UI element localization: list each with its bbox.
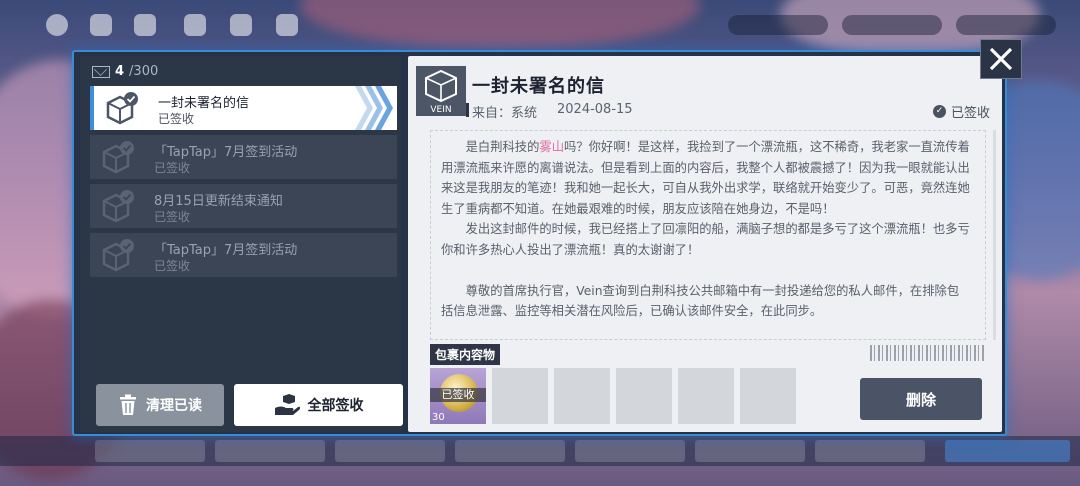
bottom-nav-item[interactable] [575, 440, 685, 462]
vein-logo: VEIN [416, 66, 466, 116]
mail-item-status: 已签收 [158, 112, 195, 126]
mail-box-icon [102, 190, 134, 223]
mail-highlight: 雾山 [539, 140, 564, 154]
mail-modal: 4/300 一封未署名的信 已签收 「TapTap」7月签到活动 已签收 8月1… [72, 50, 1007, 436]
mail-list-item[interactable]: 一封未署名的信 已签收 [90, 86, 397, 130]
bottom-bar [0, 436, 1080, 466]
mail-status: ✓ 已签收 [932, 102, 990, 121]
attachment-slot-empty [492, 368, 548, 424]
envelope-icon [92, 65, 110, 78]
mail-paragraph: 是白荆科技的雾山吗？你好啊！是这样，我捡到了一个漂流瓶，这不稀奇，我老家一直流传… [441, 137, 971, 219]
mail-text: 是白荆科技的 [465, 140, 540, 154]
claim-all-label: 全部签收 [307, 398, 364, 414]
attachment-slot-empty [678, 368, 734, 424]
claim-all-button[interactable]: 全部签收 [234, 384, 403, 426]
bottom-nav-item[interactable] [815, 440, 925, 462]
vein-logo-text: VEIN [430, 105, 451, 115]
bottom-nav-item[interactable] [95, 440, 205, 462]
clear-read-button[interactable]: 清理已读 [96, 384, 224, 426]
vein-logo-icon: VEIN [425, 69, 457, 115]
package-label: 包裹内容物 [430, 344, 501, 365]
bottom-nav-item[interactable] [945, 440, 1070, 462]
mail-title: 一封未署名的信 [472, 76, 605, 97]
inbox-panel: 4/300 一封未署名的信 已签收 「TapTap」7月签到活动 已签收 8月1… [80, 56, 403, 432]
mail-list-item[interactable]: 「TapTap」7月签到活动 已签收 [90, 135, 397, 179]
mail-list-item[interactable]: 「TapTap」7月签到活动 已签收 [90, 233, 397, 277]
attachment-slot-empty [740, 368, 796, 424]
hand-package-icon [274, 394, 300, 415]
mail-paragraph: 尊敬的首席执行官，Vein查询到白荆科技公共邮箱中有一封投递给您的私人邮件，在排… [441, 283, 960, 319]
mail-count-current: 4 [115, 64, 125, 79]
mail-item-title: 「TapTap」7月签到活动 [154, 243, 298, 258]
trash-icon [120, 394, 136, 415]
resource-counter [842, 15, 942, 35]
attachment-slot-empty [616, 368, 672, 424]
mail-paragraph: 发出这封邮件的时候，我已经搭上了回凛阳的船，满脑子想的都是多亏了这个漂流瓶！也多… [441, 222, 970, 257]
mail-item-title: 一封未署名的信 [158, 96, 250, 111]
mail-detail-panel: VEIN 一封未署名的信 来自：系统 2024-08-15 ✓ 已签收 是白荆科… [408, 56, 1002, 432]
attachment-quantity: 30 [432, 412, 445, 423]
mail-item-status: 已签收 [154, 210, 191, 224]
mail-sender: 来自：系统 [472, 106, 538, 121]
attachment-signed-label: 已签收 [430, 388, 486, 402]
check-circle-icon: ✓ [932, 105, 946, 118]
mail-body[interactable]: 是白荆科技的雾山吗？你好啊！是这样，我捡到了一个漂流瓶，这不稀奇，我老家一直流传… [430, 130, 986, 340]
attachment-slot-empty [554, 368, 610, 424]
delete-button[interactable]: 删除 [860, 378, 982, 420]
barcode-decoration [870, 345, 986, 361]
mail-box-icon [102, 141, 134, 174]
mail-box-icon [106, 92, 138, 125]
mail-icon[interactable] [90, 14, 112, 36]
top-icon-6[interactable] [276, 14, 298, 36]
mail-item-title: 「TapTap」7月签到活动 [154, 145, 298, 160]
bottom-nav-item[interactable] [215, 440, 325, 462]
mail-item-status: 已签收 [154, 259, 191, 273]
bottom-nav-item[interactable] [695, 440, 805, 462]
mail-date: 2024-08-15 [557, 102, 633, 117]
mail-count-total: /300 [129, 64, 159, 79]
mail-scrollbar[interactable] [993, 130, 996, 340]
mail-item-status: 已签收 [154, 161, 191, 175]
resource-counter [728, 15, 828, 35]
mail-count: 4/300 [92, 64, 158, 79]
mail-status-label: 已签收 [950, 106, 990, 121]
resource-counter [956, 15, 1056, 35]
meta-bar [466, 103, 469, 117]
close-icon [989, 47, 1013, 71]
top-bar [0, 0, 1080, 50]
clear-read-label: 清理已读 [146, 398, 202, 414]
mail-list-item[interactable]: 8月15日更新结束通知 已签收 [90, 184, 397, 228]
mail-item-title: 8月15日更新结束通知 [154, 194, 283, 209]
settings-icon[interactable] [46, 14, 68, 36]
top-icon-5[interactable] [230, 14, 252, 36]
bottom-nav-item[interactable] [455, 440, 565, 462]
top-icon-3[interactable] [134, 14, 156, 36]
bottom-nav-item[interactable] [335, 440, 445, 462]
mail-box-icon [102, 239, 134, 272]
close-button[interactable] [980, 39, 1022, 79]
attachment-slot[interactable]: 已签收 30 [430, 368, 486, 424]
top-icon-4[interactable] [184, 14, 206, 36]
mail-meta: 来自：系统 2024-08-15 [466, 102, 633, 121]
chevron-right-icon [355, 86, 393, 130]
